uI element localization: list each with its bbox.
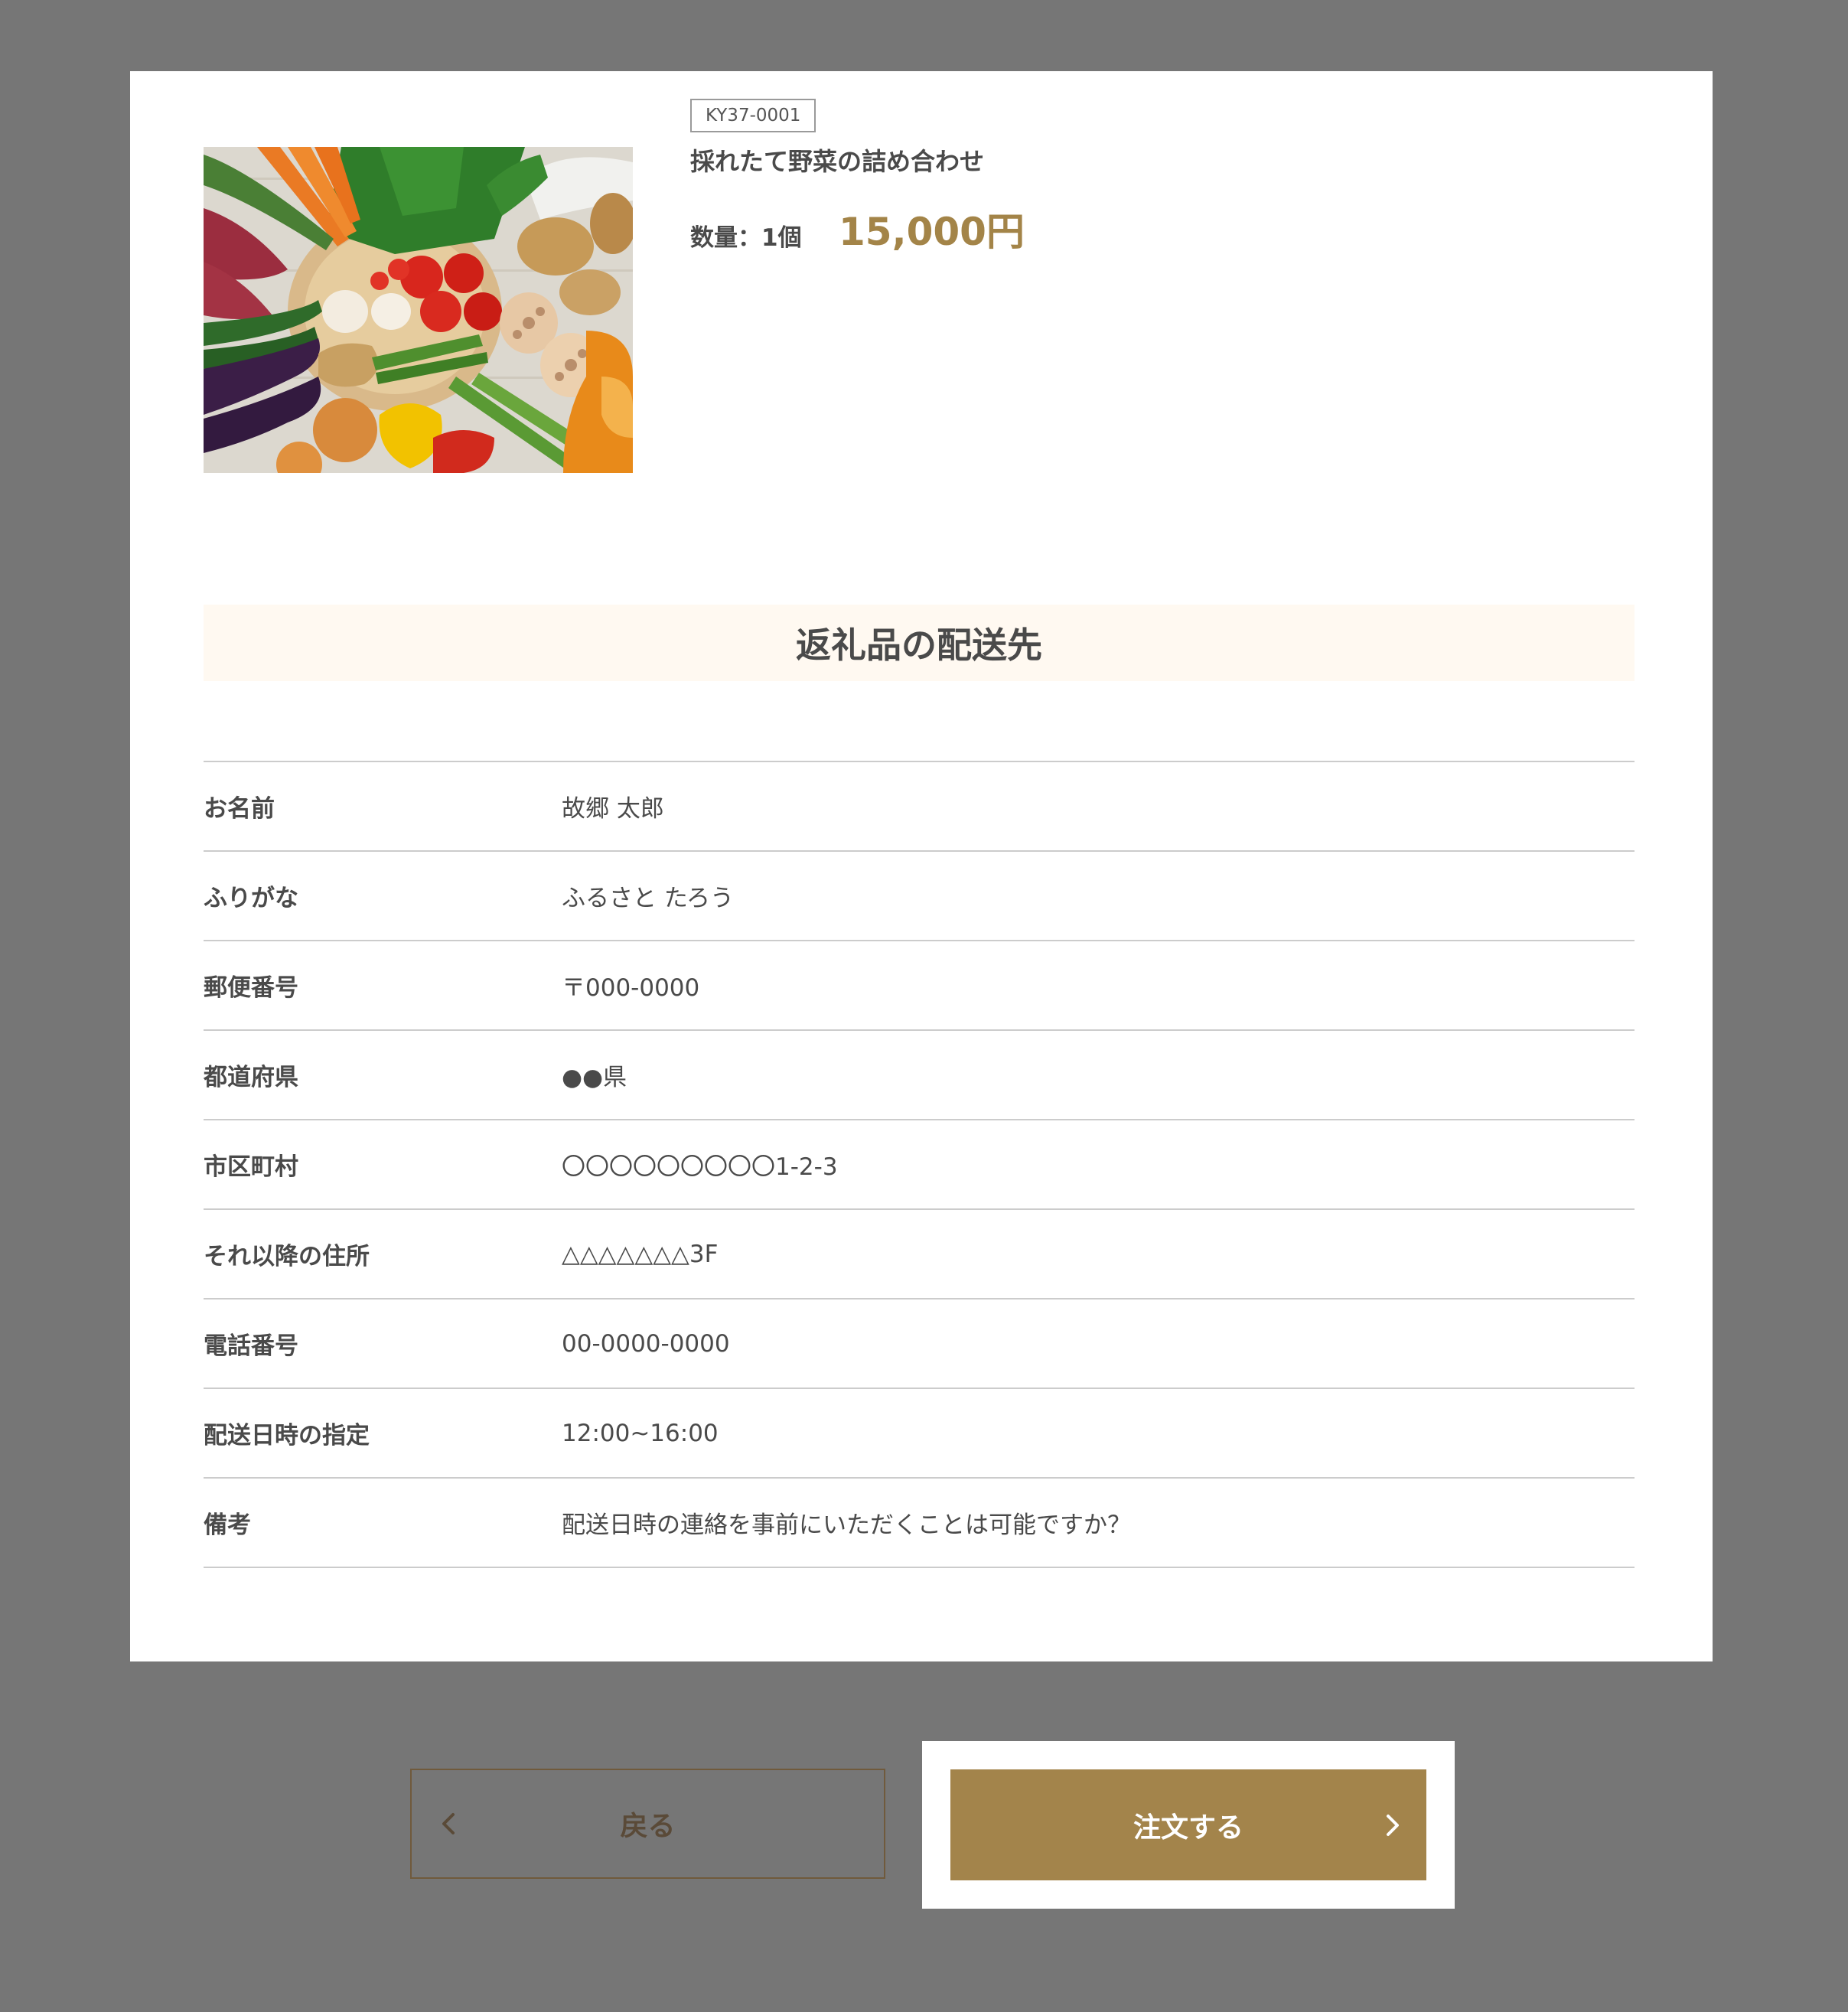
row-label-address-rest: それ以降の住所 bbox=[204, 1243, 370, 1270]
shipping-section-title: 返礼品の配送先 bbox=[796, 624, 1042, 666]
row-value-notes: 配送日時の連絡を事前にいただくことは可能ですか？ bbox=[562, 1511, 1131, 1539]
row-label-phone: 電話番号 bbox=[204, 1332, 298, 1360]
row-label-city: 市区町村 bbox=[204, 1153, 298, 1181]
shipping-section-header: 返礼品の配送先 bbox=[204, 605, 1635, 681]
row-value-postal-code: 〒000-0000 bbox=[562, 974, 700, 1002]
chevron-left-icon bbox=[442, 1813, 455, 1834]
row-label-prefecture: 都道府県 bbox=[204, 1064, 298, 1091]
row-label-furigana: ふりがな bbox=[204, 885, 298, 912]
table-row: 配送日時の指定 12:00~16:00 bbox=[204, 1389, 1635, 1479]
table-row: それ以降の住所 △△△△△△△3F bbox=[204, 1210, 1635, 1299]
shipping-info-table: お名前 故郷 太郎 ふりがな ふるさと たろう 郵便番号 〒000-0000 都… bbox=[204, 761, 1635, 1568]
order-button[interactable]: 注文する bbox=[950, 1769, 1426, 1880]
table-row: ふりがな ふるさと たろう bbox=[204, 852, 1635, 941]
order-button-label: 注文する bbox=[1133, 1811, 1243, 1844]
back-button-label: 戻る bbox=[620, 1811, 676, 1842]
product-price: 15,000円 bbox=[839, 210, 1025, 254]
vegetables-photo bbox=[204, 147, 633, 473]
back-button[interactable]: 戻る bbox=[410, 1769, 885, 1879]
row-value-phone: 00-0000-0000 bbox=[562, 1329, 730, 1358]
product-image bbox=[204, 147, 633, 473]
row-value-name: 故郷 太郎 bbox=[562, 795, 664, 823]
product-name: 採れたて野菜の詰め合わせ bbox=[690, 147, 985, 176]
row-label-name: お名前 bbox=[204, 795, 275, 823]
table-row: 都道府県 ●●県 bbox=[204, 1031, 1635, 1120]
row-value-furigana: ふるさと たろう bbox=[562, 885, 734, 912]
table-row: 電話番号 00-0000-0000 bbox=[204, 1299, 1635, 1389]
order-button-highlight: 注文する bbox=[922, 1741, 1455, 1909]
chevron-right-icon bbox=[1387, 1814, 1399, 1836]
row-value-city: 〇〇〇〇〇〇〇〇〇1-2-3 bbox=[562, 1153, 838, 1181]
table-row: お名前 故郷 太郎 bbox=[204, 762, 1635, 852]
table-row: 市区町村 〇〇〇〇〇〇〇〇〇1-2-3 bbox=[204, 1120, 1635, 1210]
row-label-notes: 備考 bbox=[204, 1511, 251, 1539]
product-quantity: 数量：1個 bbox=[690, 224, 802, 252]
row-value-address-rest: △△△△△△△3F bbox=[562, 1240, 719, 1268]
order-confirmation-panel: KY37-0001 採れたて野菜の詰め合わせ 数量：1個 15,000円 返礼品… bbox=[130, 71, 1713, 1661]
row-value-prefecture: ●●県 bbox=[562, 1064, 627, 1091]
row-value-delivery-time: 12:00~16:00 bbox=[562, 1419, 719, 1447]
row-label-postal-code: 郵便番号 bbox=[204, 974, 298, 1002]
row-label-delivery-time: 配送日時の指定 bbox=[204, 1422, 370, 1449]
table-row: 備考 配送日時の連絡を事前にいただくことは可能ですか？ bbox=[204, 1479, 1635, 1568]
product-code-badge: KY37-0001 bbox=[690, 99, 816, 132]
table-row: 郵便番号 〒000-0000 bbox=[204, 941, 1635, 1031]
